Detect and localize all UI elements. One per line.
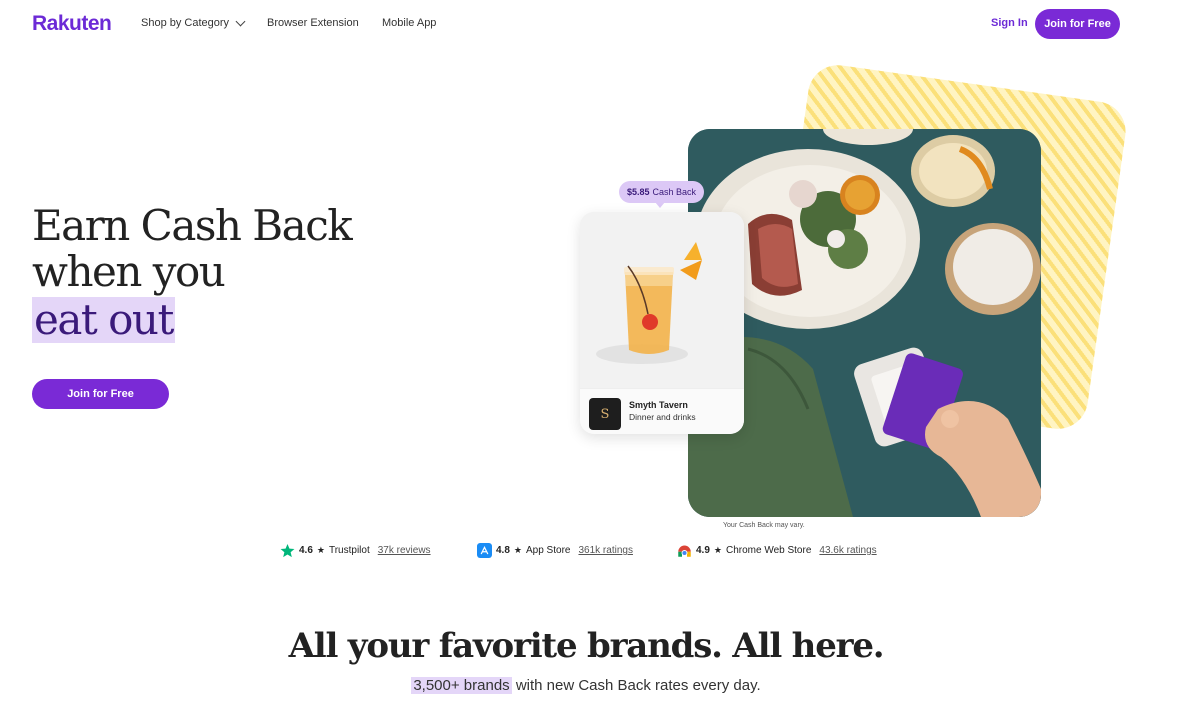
rakuten-logo[interactable]: Rakuten <box>32 12 112 36</box>
merchant-info: S Smyth Tavern Dinner and drinks <box>580 388 744 434</box>
brands-section-subtitle: 3,500+ brands with new Cash Back rates e… <box>0 677 1172 694</box>
app-store-icon <box>477 543 492 558</box>
shop-by-category-menu[interactable]: Shop by Category <box>141 16 246 29</box>
brands-section-title: All your favorite brands. All here. <box>288 626 885 666</box>
app-store-ratings-link[interactable]: 361k ratings <box>578 545 632 556</box>
chrome-web-store-ratings-link[interactable]: 43.6k ratings <box>819 545 876 556</box>
ratings-row: 4.6 ★ Trustpilot 37k reviews 4.8 ★ App S… <box>0 543 1200 559</box>
trustpilot-reviews-link[interactable]: 37k reviews <box>378 545 431 556</box>
cash-back-amount: $5.85 <box>626 187 650 197</box>
cash-back-disclaimer: Your Cash Back may vary. <box>723 522 805 529</box>
star-icon: ★ <box>713 545 722 555</box>
rating-app-store: 4.8 ★ App Store 361k ratings <box>477 543 633 558</box>
app-store-score: 4.8 <box>496 545 510 556</box>
cash-back-bubble-label: Cash Back <box>652 187 697 197</box>
mobile-app-link[interactable]: Mobile App <box>382 17 436 29</box>
hero-headline-highlight: eat out <box>32 295 175 344</box>
hero-headline-line-2: when you <box>32 247 226 296</box>
join-for-free-button-hero[interactable]: Join for Free <box>32 379 169 409</box>
star-icon: ★ <box>316 545 325 555</box>
trustpilot-star-icon <box>280 543 295 558</box>
browser-extension-link[interactable]: Browser Extension <box>267 17 359 29</box>
chrome-web-store-icon <box>677 543 692 558</box>
merchant-name: Smyth Tavern <box>629 400 688 410</box>
trustpilot-score: 4.6 <box>299 545 313 556</box>
hero-headline: Earn Cash Back when you eat out <box>32 201 353 344</box>
merchant-description: Dinner and drinks <box>629 412 696 422</box>
bubble-tail <box>655 202 665 208</box>
trustpilot-source: Trustpilot <box>328 545 370 556</box>
chrome-web-store-score: 4.9 <box>696 545 710 556</box>
merchant-card: S Smyth Tavern Dinner and drinks <box>580 212 744 434</box>
star-icon: ★ <box>513 545 522 555</box>
app-store-source: App Store <box>525 545 571 556</box>
sign-in-link[interactable]: Sign In <box>991 17 1028 29</box>
hero-headline-line-1: Earn Cash Back <box>32 201 353 250</box>
shop-by-category-label: Shop by Category <box>141 17 230 29</box>
chrome-web-store-source: Chrome Web Store <box>725 545 812 556</box>
rating-trustpilot: 4.6 ★ Trustpilot 37k reviews <box>280 543 431 558</box>
rating-chrome-web-store: 4.9 ★ Chrome Web Store 43.6k ratings <box>677 543 877 558</box>
chevron-down-icon <box>235 16 246 26</box>
smyth-tavern-logo: S <box>589 398 621 430</box>
join-for-free-button-header[interactable]: Join for Free <box>1035 9 1120 39</box>
brands-count-highlight: 3,500+ brands <box>411 677 512 694</box>
top-nav: Rakuten Shop by Category Browser Extensi… <box>0 0 1200 48</box>
brands-subtitle-rest: with new Cash Back rates every day. <box>511 677 761 694</box>
cash-back-bubble: $5.85 Cash Back <box>619 181 704 203</box>
cocktail-image <box>580 212 744 388</box>
